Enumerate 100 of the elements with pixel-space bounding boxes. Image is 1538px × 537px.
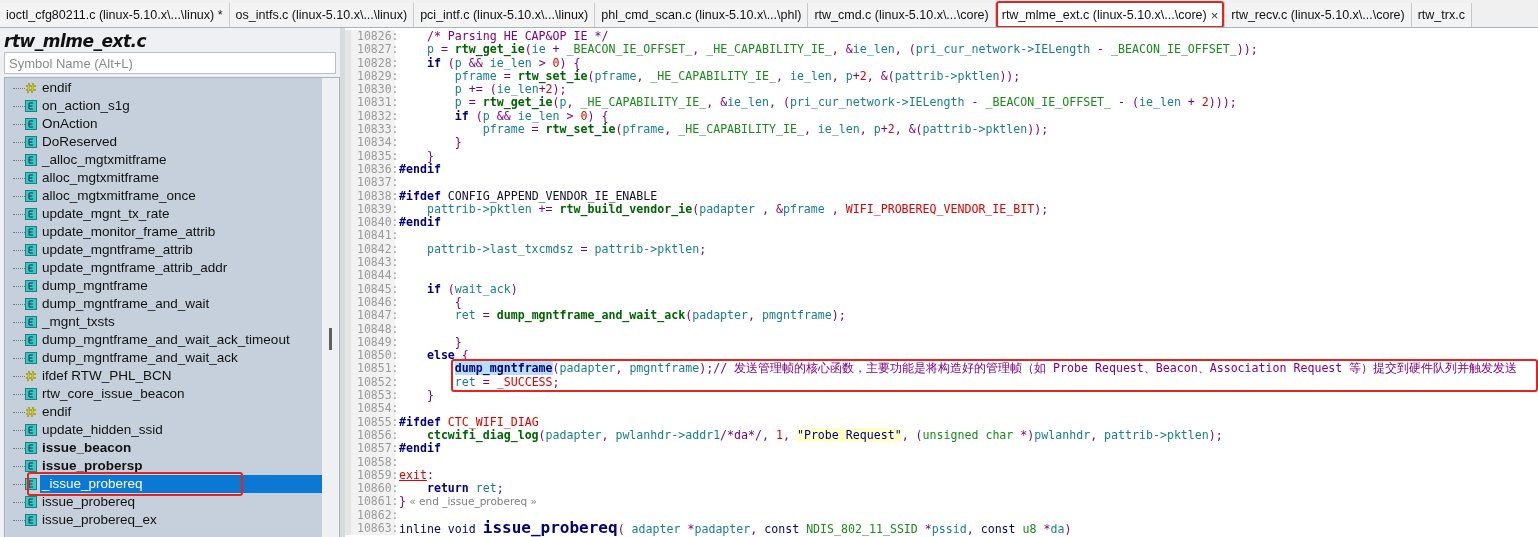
code-line: inline void issue_probereq( adapter *padapter, const NDIS_802_11_SSID *pssid, const u8 *da): [398, 521, 1072, 537]
symbol-item[interactable]: endif: [40, 79, 74, 97]
code-line: if (p && ie_len > 0) {: [453, 109, 609, 123]
code-line: pattrib->pktlen += rtw_build_vendor_ie(padapter , &pframe , WIFI_PROBEREQ_VENDOR_IE_BIT);: [426, 202, 1049, 217]
code-line: p += (ie_len+2);: [453, 83, 567, 97]
line-number: 10827:: [345, 43, 395, 57]
code-line: ctcwifi_diag_log(padapter, pwlanhdr->addr1/*da*/, 1, "Probe Request", (unsigned char *)pwlanhdr, pattrib->pktlen);: [426, 428, 1223, 443]
symbol-item[interactable]: alloc_mgtxmitframe_once: [40, 187, 198, 205]
code-line: }: [453, 335, 462, 350]
function-icon: [25, 442, 37, 454]
code-line: #ifdef CTC_WIFI_DIAG: [398, 415, 539, 429]
function-icon: [25, 100, 37, 112]
function-icon: [25, 280, 37, 292]
symbol-item[interactable]: DoReserved: [40, 133, 120, 151]
code-line: }: [453, 136, 462, 150]
code-line: if (wait_ack): [425, 282, 518, 296]
line-number: 10837:: [345, 176, 395, 190]
function-icon: [25, 388, 37, 400]
symbol-item[interactable]: issue_probersp: [40, 457, 145, 475]
line-number: 10857:: [345, 442, 395, 456]
function-icon: [25, 514, 37, 526]
symbol-item[interactable]: dump_mgntframe: [40, 277, 150, 295]
function-icon: [25, 424, 37, 436]
line-number: 10847:: [345, 309, 395, 323]
search-field[interactable]: Symbol Name (Alt+L): [4, 52, 336, 74]
symbol-item[interactable]: endif: [40, 403, 74, 421]
symbol-item[interactable]: OnAction: [40, 115, 100, 133]
line-number: 10850:: [345, 349, 395, 363]
code-line: ret = dump_mgntframe_and_wait_ack(padapter, pmgntframe);: [453, 309, 846, 323]
symbol-item[interactable]: update_mgntframe_attrib_addr: [40, 259, 230, 277]
symbol-item[interactable]: ifdef RTW_PHL_BCN: [40, 367, 174, 385]
code-line: #endif: [398, 216, 441, 230]
hash-icon: [25, 370, 37, 382]
line-number: 10831:: [345, 96, 395, 110]
line-number: 10860:: [345, 482, 395, 496]
scrollbar-thumb[interactable]: [329, 328, 332, 350]
line-number: 10834:: [345, 136, 395, 150]
function-icon: [25, 136, 37, 148]
symbol-item[interactable]: alloc_mgtxmitframe: [40, 169, 162, 187]
hash-icon: [25, 82, 37, 94]
symbol-item[interactable]: issue_beacon: [40, 439, 134, 457]
code-line: pframe = rtw_set_ie(pframe, _HE_CAPABILITY_IE_, ie_len, p+2, &(pattrib->pktlen));: [482, 123, 1049, 137]
function-icon: [25, 244, 37, 256]
line-number: 10841:: [345, 229, 395, 243]
function-icon: [25, 334, 37, 346]
symbol-item[interactable]: _issue_probereq: [40, 475, 322, 493]
code-line: } « end _issue_probereq »: [398, 495, 537, 509]
scrollbar[interactable]: [322, 78, 339, 537]
line-number: 10861:: [345, 495, 395, 509]
line-number: 10851:: [345, 362, 395, 376]
symbol-item[interactable]: dump_mgntframe_and_wait_ack: [40, 349, 240, 367]
function-icon: [25, 478, 37, 490]
line-number: 10830:: [345, 83, 395, 97]
line-number: 10854:: [345, 402, 395, 416]
line-number: 10833:: [345, 123, 395, 137]
hash-icon: [25, 406, 37, 418]
function-icon: [25, 154, 37, 166]
function-icon: [25, 262, 37, 274]
code-line: exit:: [398, 468, 434, 483]
function-icon: [25, 190, 37, 202]
symbol-item[interactable]: rtw_core_issue_beacon: [40, 385, 187, 403]
symbol-item[interactable]: issue_probereq: [40, 493, 138, 511]
code-line: pattrib->last_txcmdsz = pattrib->pktlen;: [425, 242, 707, 257]
code-line: #endif: [398, 442, 441, 456]
symbol-item[interactable]: update_mgntframe_attrib: [40, 241, 195, 259]
function-icon: [25, 298, 37, 310]
function-icon: [25, 118, 37, 130]
code-line: if (p && ie_len > 0) {: [425, 56, 581, 70]
function-icon: [25, 172, 37, 184]
symbol-item[interactable]: update_monitor_frame_attrib: [40, 223, 218, 241]
file-title: rtw_mlme_ext.c: [3, 30, 148, 52]
symbol-item[interactable]: _mgnt_txsts: [40, 313, 117, 331]
code-line: return ret;: [425, 482, 504, 496]
function-icon: [25, 460, 37, 472]
line-number: 10853:: [345, 389, 395, 403]
symbol-item[interactable]: on_action_s1g: [40, 97, 132, 115]
code-line: p = rtw_get_ie(p, _HE_CAPABILITY_IE_, &ie_len, (pri_cur_network->IELength - _BEACON_IE_OFFSET_ - (ie_len + 2)));: [453, 96, 1237, 110]
symbol-item[interactable]: issue_probereq_ex: [40, 511, 159, 529]
code-line: }: [425, 389, 434, 403]
symbol-item[interactable]: update_hidden_ssid: [40, 421, 165, 439]
symbol-item[interactable]: update_mgnt_tx_rate: [40, 205, 172, 223]
function-icon: [25, 316, 37, 328]
code-line: {: [454, 295, 462, 310]
close-icon[interactable]: ×: [1210, 7, 1219, 23]
file-tab[interactable]: rtw_mlme_ext.c (linux-5.10.x\...\core) ×: [995, 1, 1226, 27]
code-line: ret = _SUCCESS;: [453, 375, 560, 389]
symbol-item[interactable]: dump_mgntframe_and_wait_ack_timeout: [40, 331, 292, 349]
code-line: pframe = rtw_set_ie(pframe, _HE_CAPABILITY_IE_, ie_len, p+2, &(pattrib->pktlen));: [454, 69, 1021, 84]
function-icon: [25, 208, 37, 220]
code-line: }: [426, 149, 434, 163]
line-number: 10844:: [345, 269, 395, 283]
symbol-item[interactable]: dump_mgntframe_and_wait: [40, 295, 212, 313]
line-number: 10840:: [345, 216, 395, 230]
symbol-item[interactable]: _alloc_mgtxmitframe: [40, 151, 169, 169]
code-line: p = rtw_get_ie(ie + _BEACON_IE_OFFSET_, _HE_CAPABILITY_IE_, &ie_len, (pri_cur_network->IELength - _BEACON_IE_OFFSET_));: [425, 43, 1258, 57]
code-line: #ifdef CONFIG_APPEND_VENDOR_IE_ENABLE: [398, 189, 658, 203]
function-icon: [25, 496, 37, 508]
code-line: /* Parsing HE CAP&OP IE */: [425, 30, 609, 43]
line-number: 10826:: [345, 30, 395, 44]
line-number: 10843:: [345, 256, 395, 270]
